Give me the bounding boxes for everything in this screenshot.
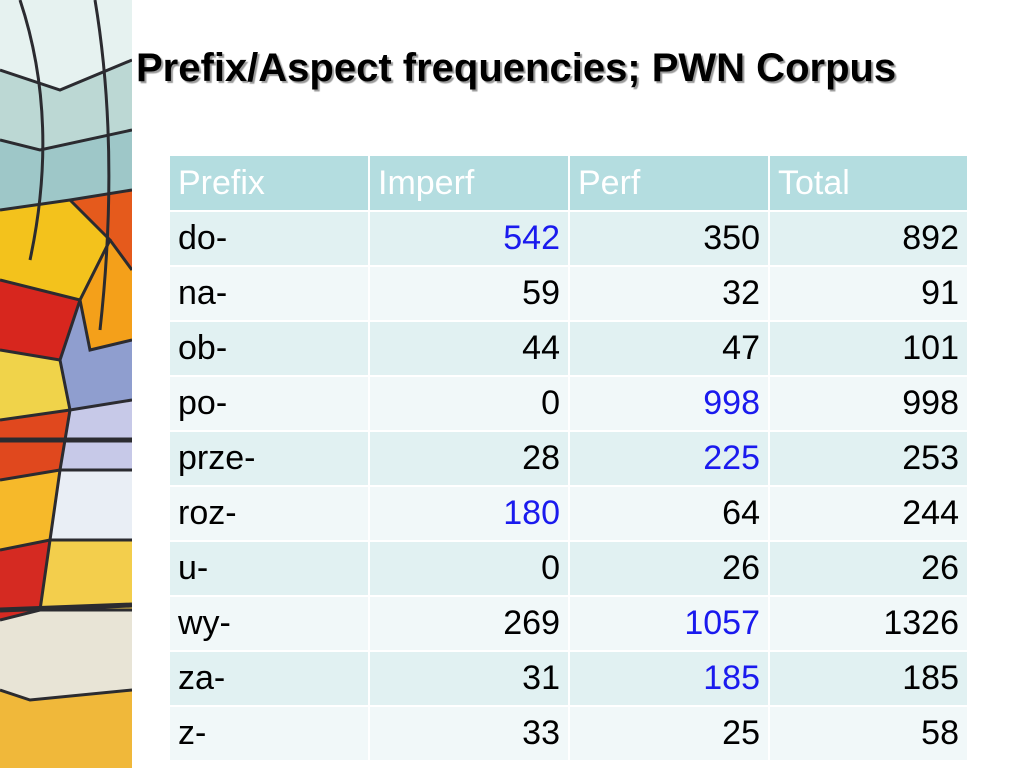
cell-prefix: za- [170,651,370,707]
table-row: u- 0 26 26 [170,541,969,597]
table-row: roz- 180 64 244 [170,486,969,542]
table-body: do- 542 350 892 na- 59 32 91 ob- 44 47 101 po- 0 998 99… [170,211,969,762]
cell-perf: 47 [569,321,770,377]
cell-total: 253 [769,431,969,487]
cell-imperf: 180 [369,486,570,542]
table-row: za- 31 185 185 [170,651,969,707]
table-row: z- 33 25 58 [170,706,969,762]
cell-perf: 32 [569,266,770,322]
cell-imperf: 31 [369,651,570,707]
cell-imperf: 0 [369,376,570,432]
cell-imperf: 59 [369,266,570,322]
cell-total: 26 [769,541,969,597]
stained-glass-image [0,0,132,768]
cell-total: 185 [769,651,969,707]
cell-imperf: 28 [369,431,570,487]
table-row: ob- 44 47 101 [170,321,969,377]
header-imperf: Imperf [369,156,570,212]
slide: Prefix/Aspect frequencies; PWN Corpus Pr… [0,0,1024,768]
table-row: wy- 269 1057 1326 [170,596,969,652]
cell-imperf: 0 [369,541,570,597]
cell-total: 244 [769,486,969,542]
header-prefix: Prefix [170,156,370,212]
cell-total: 1326 [769,596,969,652]
cell-prefix: z- [170,706,370,762]
cell-total: 892 [769,211,969,267]
table-row: prze- 28 225 253 [170,431,969,487]
cell-perf: 350 [569,211,770,267]
header-perf: Perf [569,156,770,212]
cell-perf: 225 [569,431,770,487]
cell-prefix: na- [170,266,370,322]
cell-imperf: 542 [369,211,570,267]
cell-perf: 25 [569,706,770,762]
cell-prefix: po- [170,376,370,432]
table-row: na- 59 32 91 [170,266,969,322]
cell-prefix: prze- [170,431,370,487]
cell-imperf: 44 [369,321,570,377]
stained-glass-decoration [0,0,132,768]
table-row: do- 542 350 892 [170,211,969,267]
cell-imperf: 269 [369,596,570,652]
cell-total: 101 [769,321,969,377]
table-row: po- 0 998 998 [170,376,969,432]
frequency-table: Prefix Imperf Perf Total do- 542 350 892 na-… [170,156,969,762]
cell-total: 58 [769,706,969,762]
slide-title: Prefix/Aspect frequencies; PWN Corpus [136,46,897,90]
cell-total: 998 [769,376,969,432]
cell-perf: 1057 [569,596,770,652]
cell-imperf: 33 [369,706,570,762]
cell-total: 91 [769,266,969,322]
cell-prefix: roz- [170,486,370,542]
cell-perf: 185 [569,651,770,707]
cell-prefix: u- [170,541,370,597]
cell-perf: 998 [569,376,770,432]
cell-prefix: wy- [170,596,370,652]
header-total: Total [769,156,969,212]
cell-perf: 26 [569,541,770,597]
cell-prefix: ob- [170,321,370,377]
cell-prefix: do- [170,211,370,267]
table-header-row: Prefix Imperf Perf Total [170,156,969,212]
cell-perf: 64 [569,486,770,542]
